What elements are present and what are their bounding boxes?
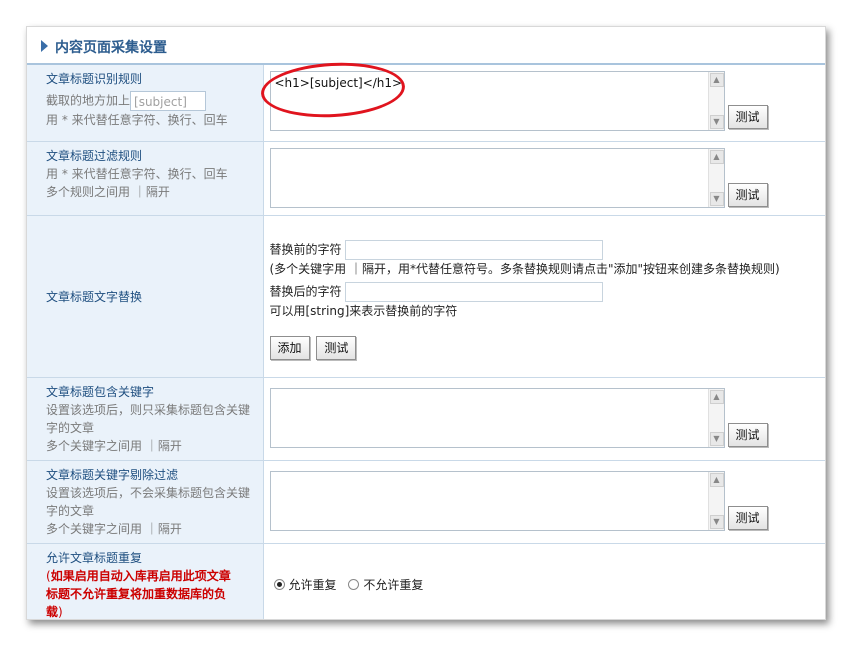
label-cell: 文章标题包含关键字 设置该选项后，则只采集标题包含关键 字的文章 多个关键字之间… (27, 377, 264, 461)
row-title-filter: 文章标题过滤规则 用 * 来代替任意字符、换行、回车 多个规则之间用 ｜隔开 ▲… (27, 141, 825, 216)
replace-before-row: 替换前的字符 (269, 239, 826, 260)
field-cell: 替换前的字符 (多个关键字用 ｜隔开，用*代替任意符号。多条替换规则请点击"添加… (263, 215, 826, 378)
field-label: 文章标题文字替换 (46, 289, 143, 304)
field-desc-2: 字的文章 (46, 420, 95, 435)
warning-close: ) (58, 604, 63, 619)
scrollbar[interactable]: ▲ ▼ (707, 72, 724, 130)
subject-tag-input[interactable]: [subject] (130, 91, 207, 111)
field-desc: 用 * 来代替任意字符、换行、回车 (46, 166, 228, 181)
title-rule-textarea[interactable]: <h1>[subject]</h1> ▲ ▼ (269, 71, 725, 131)
field-label: 文章标题过滤规则 (46, 148, 143, 163)
label-cell: 文章标题关键字剔除过滤 设置该选项后，不会采集标题包含关键 字的文章 多个关键字… (27, 460, 264, 544)
dup-radio-group: 允许重复 不允许重复 (273, 576, 826, 594)
replace-after-input[interactable] (345, 281, 604, 302)
radio-icon[interactable] (273, 578, 285, 590)
field-cell: <h1>[subject]</h1> ▲ ▼ 测试 (263, 65, 825, 142)
row-title-dup: 允许文章标题重复 (如果启用自动入库再启用此项文章 标题不允许重复将加重数据库的… (27, 543, 826, 620)
test-button[interactable]: 测试 (316, 335, 357, 360)
replace-before-note: (多个关键字用 ｜隔开，用*代替任意符号。多条替换规则请点击"添加"按钮来创建多… (269, 261, 780, 276)
test-button[interactable]: 测试 (727, 182, 768, 207)
panel-title: 内容页面采集设置 (55, 40, 167, 56)
warning-text-3: 载 (46, 604, 59, 619)
label-cell: 允许文章标题重复 (如果启用自动入库再启用此项文章 标题不允许重复将加重数据库的… (27, 543, 264, 620)
field-cell: ▲ ▼ 测试 (263, 377, 825, 461)
test-button[interactable]: 测试 (727, 505, 768, 530)
field-desc-3: 多个关键字之间用 ｜隔开 (46, 521, 182, 536)
textarea-value: <h1>[subject]</h1> (274, 76, 403, 90)
radio-allow-label: 允许重复 (288, 577, 337, 592)
row-title-rule: 文章标题识别规则 截取的地方加上 [subject] 用 * 来代替任意字符、换行… (27, 65, 825, 142)
scroll-up-icon[interactable]: ▲ (709, 149, 724, 164)
scroll-down-icon[interactable]: ▼ (709, 431, 724, 446)
scroll-up-icon[interactable]: ▲ (709, 472, 724, 487)
radio-deny-label: 不允许重复 (363, 577, 424, 592)
replace-actions: 添加 测试 (269, 335, 826, 360)
radio-icon[interactable] (348, 578, 360, 590)
scroll-down-icon[interactable]: ▼ (709, 514, 724, 529)
warning-text-2: 标题不允许重复将加重数据库的负 (46, 586, 227, 601)
desc-prefix: 截取的地方加上 (46, 93, 131, 108)
settings-table: 文章标题识别规则 截取的地方加上 [subject] 用 * 来代替任意字符、换行… (27, 65, 826, 620)
scroll-down-icon[interactable]: ▼ (709, 191, 724, 206)
field-desc: 截取的地方加上 [subject] (46, 91, 257, 111)
field-cell: ▲ ▼ 测试 (263, 141, 825, 216)
title-filter-textarea[interactable]: ▲ ▼ (269, 147, 725, 208)
content-collect-panel: 内容页面采集设置 文章标题识别规则 截取的地方加上 [subject] 用 * 来… (26, 26, 826, 620)
field-cell: ▲ ▼ 测试 (263, 460, 825, 544)
triangle-right-icon (41, 40, 48, 52)
replace-after-row: 替换后的字符 (269, 281, 826, 302)
row-title-include: 文章标题包含关键字 设置该选项后，则只采集标题包含关键 字的文章 多个关键字之间… (27, 377, 825, 461)
field-desc-2: 多个规则之间用 ｜隔开 (46, 184, 170, 199)
warning-line-3: 载) (46, 603, 257, 620)
field-desc: 设置该选项后，则只采集标题包含关键 (46, 402, 251, 417)
scroll-down-icon[interactable]: ▼ (709, 115, 724, 129)
row-title-replace: 文章标题文字替换 替换前的字符 (多个关键字用 ｜隔开，用*代替任意符号。多条替… (27, 215, 826, 378)
replace-after-label: 替换后的字符 (269, 284, 342, 298)
scroll-up-icon[interactable]: ▲ (709, 389, 724, 404)
replace-before-label: 替换前的字符 (269, 242, 342, 256)
label-cell: 文章标题过滤规则 用 * 来代替任意字符、换行、回车 多个规则之间用 ｜隔开 (27, 141, 264, 216)
field-desc-2: 用 * 来代替任意字符、换行、回车 (46, 113, 228, 127)
field-desc-2: 字的文章 (46, 503, 95, 518)
field-label: 允许文章标题重复 (46, 550, 143, 565)
title-exclude-textarea[interactable]: ▲ ▼ (269, 470, 725, 531)
radio-allow[interactable]: 允许重复 (273, 577, 337, 592)
row-title-exclude: 文章标题关键字剔除过滤 设置该选项后，不会采集标题包含关键 字的文章 多个关键字… (27, 460, 825, 544)
field-label: 文章标题包含关键字 (46, 384, 155, 399)
warning-text-1: 如果启用自动入库再启用此项文章 (50, 568, 231, 583)
scrollbar[interactable]: ▲ ▼ (707, 388, 724, 447)
test-button[interactable]: 测试 (727, 105, 768, 129)
test-button[interactable]: 测试 (727, 422, 768, 447)
replace-before-input[interactable] (345, 239, 604, 260)
label-cell: 文章标题识别规则 截取的地方加上 [subject] 用 * 来代替任意字符、换行… (27, 65, 264, 142)
radio-deny[interactable]: 不允许重复 (348, 578, 423, 592)
scrollbar[interactable]: ▲ ▼ (707, 148, 724, 207)
replace-after-note: 可以用[string]来表示替换前的字符 (269, 303, 458, 318)
field-label: 文章标题识别规则 (46, 72, 143, 86)
field-label: 文章标题关键字剔除过滤 (46, 467, 179, 482)
field-desc-3: 多个关键字之间用 ｜隔开 (46, 438, 182, 453)
warning-line-1: (如果启用自动入库再启用此项文章 (46, 567, 257, 585)
scroll-up-icon[interactable]: ▲ (709, 73, 724, 87)
field-cell: 允许重复 不允许重复 (263, 543, 826, 619)
field-desc: 设置该选项后，不会采集标题包含关键 (46, 485, 251, 500)
label-cell: 文章标题文字替换 (27, 215, 264, 378)
title-include-textarea[interactable]: ▲ ▼ (269, 387, 725, 448)
scrollbar[interactable]: ▲ ▼ (707, 471, 724, 530)
add-button[interactable]: 添加 (269, 335, 310, 360)
panel-header: 内容页面采集设置 (27, 27, 825, 65)
